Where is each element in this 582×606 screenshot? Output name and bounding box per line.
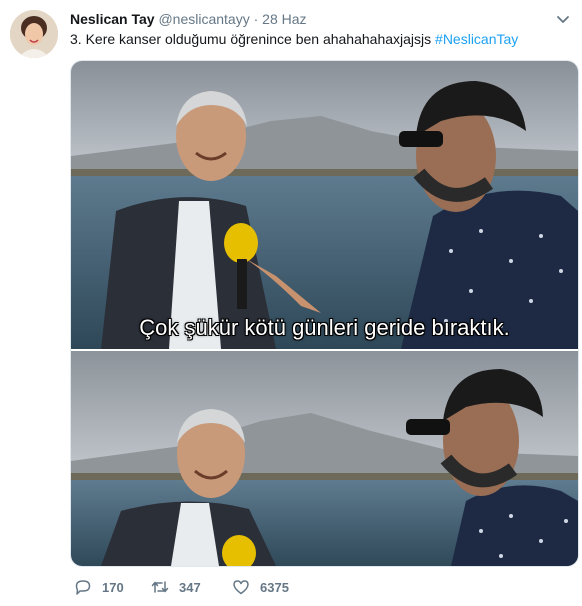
retweet-icon (151, 578, 179, 599)
tweet-media[interactable]: Çok şükür kötü günleri geride bıraktık. (70, 60, 579, 567)
like-button[interactable]: 6375 (232, 578, 289, 598)
author-name[interactable]: Neslican Tay (70, 11, 155, 27)
tweet-text: 3. Kere kanser olduğumu öğrenince ben ah… (70, 30, 518, 48)
hashtag-link[interactable]: #NeslicanTay (435, 31, 518, 47)
like-count: 6375 (260, 580, 289, 595)
media-image-bottom (71, 351, 578, 566)
tweet-body: 3. Kere kanser olduğumu öğrenince ben ah… (70, 31, 432, 47)
retweet-button[interactable]: 347 (151, 578, 201, 598)
author-handle[interactable]: @neslicantayy (158, 11, 249, 27)
retweet-count: 347 (179, 580, 201, 595)
tweet-header: Neslican Tay @neslicantayy · 28 Haz (70, 10, 307, 28)
image-caption: Çok şükür kötü günleri geride bıraktık. (139, 315, 510, 340)
tweet-date[interactable]: 28 Haz (262, 11, 306, 27)
like-icon (232, 578, 260, 599)
tweet: Neslican Tay @neslicantayy · 28 Haz 3. K… (0, 0, 582, 606)
media-image-top: Çok şükür kötü günleri geride bıraktık. (71, 61, 578, 349)
reply-count: 170 (102, 580, 124, 595)
chevron-down-icon[interactable] (556, 12, 570, 26)
reply-button[interactable]: 170 (74, 578, 124, 598)
avatar[interactable] (10, 10, 58, 58)
reply-icon (74, 578, 102, 599)
separator: · (253, 11, 259, 27)
